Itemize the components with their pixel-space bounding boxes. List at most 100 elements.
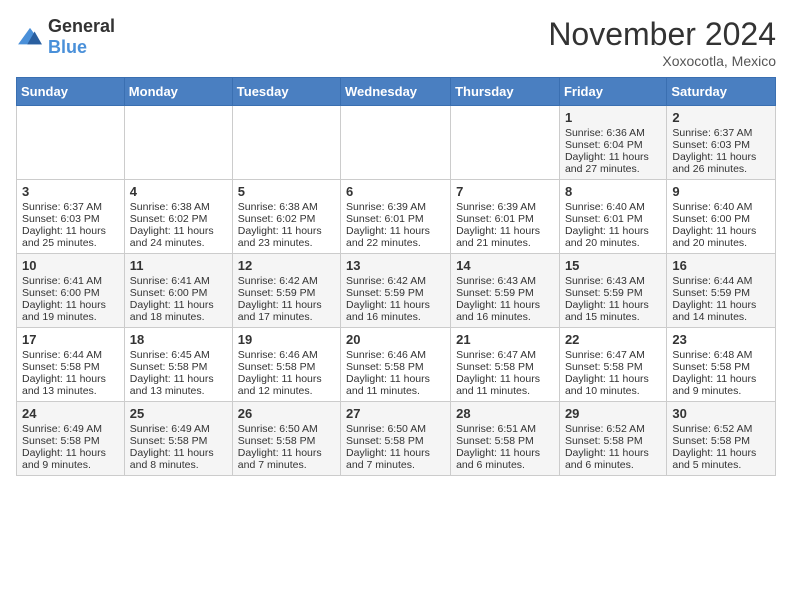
day-info: Daylight: 11 hours and 23 minutes. (238, 225, 335, 249)
day-cell: 26Sunrise: 6:50 AMSunset: 5:58 PMDayligh… (232, 402, 340, 476)
day-number: 9 (672, 184, 770, 199)
day-cell: 9Sunrise: 6:40 AMSunset: 6:00 PMDaylight… (667, 180, 776, 254)
day-info: Sunrise: 6:44 AM (22, 349, 119, 361)
day-cell: 21Sunrise: 6:47 AMSunset: 5:58 PMDayligh… (451, 328, 560, 402)
day-cell: 28Sunrise: 6:51 AMSunset: 5:58 PMDayligh… (451, 402, 560, 476)
week-row-4: 17Sunrise: 6:44 AMSunset: 5:58 PMDayligh… (17, 328, 776, 402)
day-number: 8 (565, 184, 661, 199)
day-info: Sunset: 5:58 PM (238, 435, 335, 447)
day-info: Daylight: 11 hours and 17 minutes. (238, 299, 335, 323)
day-number: 12 (238, 258, 335, 273)
day-cell (232, 106, 340, 180)
day-info: Sunset: 5:58 PM (346, 361, 445, 373)
day-number: 25 (130, 406, 227, 421)
day-cell: 3Sunrise: 6:37 AMSunset: 6:03 PMDaylight… (17, 180, 125, 254)
day-info: Sunset: 6:00 PM (130, 287, 227, 299)
day-cell: 30Sunrise: 6:52 AMSunset: 5:58 PMDayligh… (667, 402, 776, 476)
day-cell: 17Sunrise: 6:44 AMSunset: 5:58 PMDayligh… (17, 328, 125, 402)
day-info: Sunrise: 6:41 AM (130, 275, 227, 287)
day-cell: 15Sunrise: 6:43 AMSunset: 5:59 PMDayligh… (559, 254, 666, 328)
day-cell: 6Sunrise: 6:39 AMSunset: 6:01 PMDaylight… (341, 180, 451, 254)
day-info: Daylight: 11 hours and 20 minutes. (672, 225, 770, 249)
day-info: Daylight: 11 hours and 7 minutes. (346, 447, 445, 471)
day-info: Sunset: 5:58 PM (672, 361, 770, 373)
day-number: 1 (565, 110, 661, 125)
header-thursday: Thursday (451, 78, 560, 106)
day-cell: 13Sunrise: 6:42 AMSunset: 5:59 PMDayligh… (341, 254, 451, 328)
day-info: Sunrise: 6:37 AM (672, 127, 770, 139)
day-number: 14 (456, 258, 554, 273)
logo: General Blue (16, 16, 115, 58)
day-info: Sunset: 5:58 PM (456, 435, 554, 447)
header-tuesday: Tuesday (232, 78, 340, 106)
day-number: 24 (22, 406, 119, 421)
day-info: Daylight: 11 hours and 20 minutes. (565, 225, 661, 249)
day-cell (341, 106, 451, 180)
day-info: Daylight: 11 hours and 13 minutes. (22, 373, 119, 397)
header-sunday: Sunday (17, 78, 125, 106)
day-info: Daylight: 11 hours and 16 minutes. (456, 299, 554, 323)
day-cell: 19Sunrise: 6:46 AMSunset: 5:58 PMDayligh… (232, 328, 340, 402)
day-info: Sunset: 5:58 PM (456, 361, 554, 373)
day-cell (17, 106, 125, 180)
day-cell: 14Sunrise: 6:43 AMSunset: 5:59 PMDayligh… (451, 254, 560, 328)
day-cell: 18Sunrise: 6:45 AMSunset: 5:58 PMDayligh… (124, 328, 232, 402)
day-info: Sunrise: 6:50 AM (346, 423, 445, 435)
day-number: 7 (456, 184, 554, 199)
day-info: Daylight: 11 hours and 21 minutes. (456, 225, 554, 249)
logo-general: General (48, 16, 115, 36)
day-cell: 7 Sunrise: 6:39 AMSunset: 6:01 PMDaylight… (451, 180, 560, 254)
day-info: Sunset: 5:59 PM (346, 287, 445, 299)
day-cell: 25Sunrise: 6:49 AMSunset: 5:58 PMDayligh… (124, 402, 232, 476)
day-number: 22 (565, 332, 661, 347)
day-info: Sunset: 6:01 PM (346, 213, 445, 225)
day-info: Daylight: 11 hours and 12 minutes. (238, 373, 335, 397)
day-cell: 29Sunrise: 6:52 AMSunset: 5:58 PMDayligh… (559, 402, 666, 476)
day-info: Daylight: 11 hours and 27 minutes. (565, 151, 661, 175)
title-block: November 2024 Xoxocotla, Mexico (548, 16, 776, 69)
day-number: 30 (672, 406, 770, 421)
day-number: 6 (346, 184, 445, 199)
day-info: Sunrise: 6:47 AM (456, 349, 554, 361)
week-row-5: 24Sunrise: 6:49 AMSunset: 5:58 PMDayligh… (17, 402, 776, 476)
day-info: Daylight: 11 hours and 26 minutes. (672, 151, 770, 175)
day-info: Sunset: 5:59 PM (672, 287, 770, 299)
header-wednesday: Wednesday (341, 78, 451, 106)
day-number: 4 (130, 184, 227, 199)
day-cell: 5Sunrise: 6:38 AMSunset: 6:02 PMDaylight… (232, 180, 340, 254)
day-number: 13 (346, 258, 445, 273)
day-cell: 23Sunrise: 6:48 AMSunset: 5:58 PMDayligh… (667, 328, 776, 402)
day-info: Sunrise: 6:38 AM (238, 201, 335, 213)
day-info: Sunset: 5:58 PM (22, 435, 119, 447)
day-number: 18 (130, 332, 227, 347)
day-info: Sunrise: 6:47 AM (565, 349, 661, 361)
day-info: Sunrise: 6:52 AM (565, 423, 661, 435)
day-info: Daylight: 11 hours and 9 minutes. (672, 373, 770, 397)
day-cell: 10Sunrise: 6:41 AMSunset: 6:00 PMDayligh… (17, 254, 125, 328)
day-info: Sunset: 5:58 PM (130, 361, 227, 373)
header-friday: Friday (559, 78, 666, 106)
week-row-3: 10Sunrise: 6:41 AMSunset: 6:00 PMDayligh… (17, 254, 776, 328)
day-info: Daylight: 11 hours and 18 minutes. (130, 299, 227, 323)
day-info: Sunrise: 6:40 AM (565, 201, 661, 213)
day-info: Sunset: 6:01 PM (456, 213, 554, 225)
day-number: 26 (238, 406, 335, 421)
day-cell: 20Sunrise: 6:46 AMSunset: 5:58 PMDayligh… (341, 328, 451, 402)
day-info: Sunrise: 6:51 AM (456, 423, 554, 435)
logo-blue: Blue (48, 37, 87, 57)
day-info: Sunset: 5:58 PM (672, 435, 770, 447)
day-cell: 27Sunrise: 6:50 AMSunset: 5:58 PMDayligh… (341, 402, 451, 476)
day-number: 15 (565, 258, 661, 273)
page-header: General Blue November 2024 Xoxocotla, Me… (16, 16, 776, 69)
day-number: 27 (346, 406, 445, 421)
location: Xoxocotla, Mexico (548, 53, 776, 69)
day-info: Sunset: 6:00 PM (22, 287, 119, 299)
day-info: Sunset: 5:58 PM (22, 361, 119, 373)
day-info: Daylight: 11 hours and 25 minutes. (22, 225, 119, 249)
day-cell: 16Sunrise: 6:44 AMSunset: 5:59 PMDayligh… (667, 254, 776, 328)
day-number: 11 (130, 258, 227, 273)
day-info: Sunrise: 6:39 AM (456, 201, 554, 213)
day-cell (451, 106, 560, 180)
day-info: Daylight: 11 hours and 11 minutes. (456, 373, 554, 397)
day-info: Daylight: 11 hours and 15 minutes. (565, 299, 661, 323)
